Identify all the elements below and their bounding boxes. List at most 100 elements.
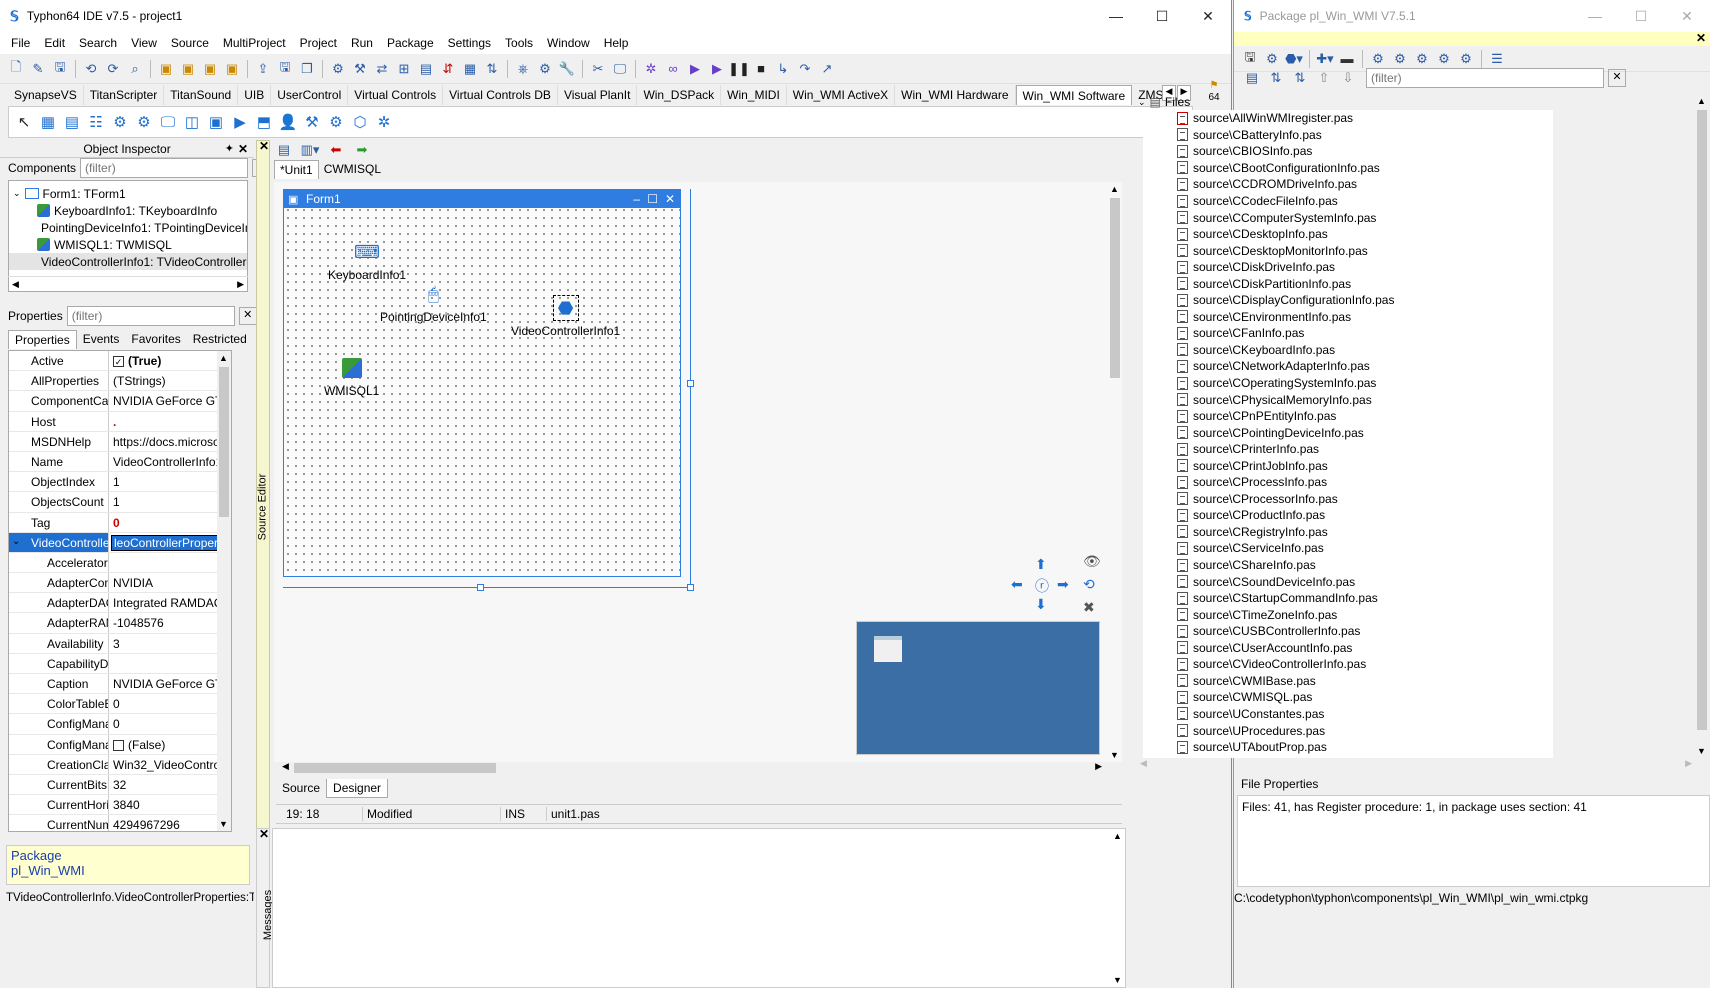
new-file-icon[interactable]: 🗋 — [6, 59, 26, 79]
file-item[interactable]: source\CDisplayConfigurationInfo.pas — [1143, 292, 1553, 309]
palette-tab[interactable]: Win_WMI Hardware — [895, 85, 1016, 105]
file-item[interactable]: source\CBatteryInfo.pas — [1143, 127, 1553, 144]
inspector-tab-properties[interactable]: Properties — [8, 330, 77, 349]
pause-icon[interactable]: ❚❚ — [728, 59, 750, 79]
menu-source[interactable]: Source — [164, 36, 216, 50]
file-item[interactable]: source\CDiskPartitionInfo.pas — [1143, 275, 1553, 292]
palette-tab[interactable]: Visual PlanIt — [558, 85, 638, 105]
monitor-icon[interactable]: 🖵 — [610, 59, 630, 79]
property-value[interactable]: (TStrings) — [109, 371, 231, 390]
property-value[interactable]: (False) — [109, 735, 231, 754]
package2-icon[interactable]: ▣ — [178, 59, 198, 79]
property-row[interactable]: ConfigManag 0 — [9, 714, 231, 735]
file-item[interactable]: source\CEnvironmentInfo.pas — [1143, 309, 1553, 326]
property-row[interactable]: MSDNHelp https://docs.microsoft.c — [9, 431, 231, 452]
open-file-icon[interactable]: ▤ — [1242, 68, 1262, 88]
menu-icon[interactable]: ☰ — [1487, 49, 1507, 69]
wmi-component-icon[interactable]: ⚙ — [325, 111, 347, 133]
property-row[interactable]: ComponentCap NVIDIA GeForce GTX 107 — [9, 391, 231, 412]
wmi-component-icon[interactable]: ⚙ — [109, 111, 131, 133]
pkg-maximize-button[interactable]: ☐ — [1618, 0, 1664, 32]
collapse-icon[interactable]: ⌄ — [13, 188, 21, 199]
property-value[interactable]: ✓ (True) — [109, 351, 231, 370]
back-icon[interactable]: ⬅ — [326, 140, 346, 160]
options-icon[interactable]: ⚙ — [1368, 49, 1388, 69]
wmi-component-icon[interactable]: 👤 — [277, 111, 299, 133]
file-item[interactable]: source\UTAboutProp.pas — [1143, 739, 1553, 756]
file-item[interactable]: source\UConstantes.pas — [1143, 706, 1553, 723]
tree-item[interactable]: VideoControllerInfo1: TVideoControllerIn… — [9, 253, 247, 270]
palette-tab[interactable]: SynapseVS — [8, 85, 84, 105]
tool3-icon[interactable]: ⇄ — [372, 59, 392, 79]
nav-right-icon[interactable]: ➡ — [1057, 576, 1069, 593]
pointer-icon[interactable]: ↖ — [13, 111, 35, 133]
file-item[interactable]: source\AllWinWMIregister.pas — [1143, 110, 1553, 127]
package-hscroll[interactable]: ◀ ▶ — [1138, 758, 1694, 772]
property-value[interactable]: 0 — [109, 513, 231, 532]
yellow-bar-close-icon[interactable]: ✕ — [1696, 31, 1706, 45]
eye-icon[interactable]: 👁 — [1083, 553, 1101, 570]
file-item[interactable]: source\CSoundDeviceInfo.pas — [1143, 573, 1553, 590]
wmi-component-icon[interactable]: 🖵 — [157, 111, 179, 133]
wmi-component-icon[interactable]: ▣ — [205, 111, 227, 133]
form1-designer[interactable]: ▣ Form1 – ☐ ✕ ⌨ KeyboardInfo1 🖱 Pointing… — [283, 189, 681, 577]
build-icon[interactable]: ⎈ — [513, 59, 533, 79]
add-icon[interactable]: ✚▾ — [1315, 49, 1335, 69]
property-row[interactable]: CurrentNum 4294967296 — [9, 815, 231, 831]
wmi-component-icon[interactable]: ⬒ — [253, 111, 275, 133]
move-down-icon[interactable]: ⇩ — [1338, 68, 1358, 88]
more2-icon[interactable]: ⚙ — [1434, 49, 1454, 69]
close-button[interactable]: ✕ — [1185, 0, 1231, 32]
property-row[interactable]: Tag 0 — [9, 512, 231, 533]
menu-edit[interactable]: Edit — [37, 36, 72, 50]
property-value[interactable]: NVIDIA — [109, 573, 231, 592]
expand-toggle-icon[interactable]: ⌄ — [12, 536, 20, 547]
package3-icon[interactable]: ▣ — [200, 59, 220, 79]
property-row[interactable]: ObjectsCount 1 — [9, 492, 231, 513]
more-icon[interactable]: ⚙ — [1412, 49, 1432, 69]
file-item[interactable]: source\CWMISQL.pas — [1143, 689, 1553, 706]
collapse-icon[interactable]: ⌄ — [1138, 97, 1146, 108]
palette-tab[interactable]: Win_WMI Software — [1015, 85, 1133, 105]
palette-tab[interactable]: Virtual Controls DB — [443, 85, 558, 105]
tool7-icon[interactable]: ▦ — [460, 59, 480, 79]
tools-icon[interactable]: ✂ — [588, 59, 608, 79]
editor-tab[interactable]: CWMISQL — [319, 160, 386, 179]
wmi-component-icon[interactable]: ◫ — [181, 111, 203, 133]
step-over-icon[interactable]: ↷ — [795, 59, 815, 79]
compile-icon[interactable]: ⚙ — [535, 59, 555, 79]
search-icon[interactable]: ⌕ — [125, 59, 145, 79]
pkg-minimize-button[interactable]: — — [1572, 0, 1618, 32]
step-into-icon[interactable]: ↳ — [773, 59, 793, 79]
tool1-icon[interactable]: ⚙ — [328, 59, 348, 79]
property-value[interactable]: 4294967296 — [109, 815, 231, 831]
save-package-icon[interactable]: 🖫 — [1240, 49, 1260, 69]
file-item[interactable]: source\CPhysicalMemoryInfo.pas — [1143, 391, 1553, 408]
file-item[interactable]: source\CProductInfo.pas — [1143, 507, 1553, 524]
stop-icon[interactable]: ■ — [751, 59, 771, 79]
property-value[interactable] — [109, 553, 231, 572]
file-item[interactable]: source\CCDROMDriveInfo.pas — [1143, 176, 1553, 193]
run-params-icon[interactable]: ▶ — [707, 59, 727, 79]
package-clear-filter-icon[interactable]: ✕ — [1608, 69, 1626, 87]
nav-up-icon[interactable]: ⬆ — [1035, 556, 1047, 573]
run-icon[interactable]: ▶ — [685, 59, 705, 79]
file-item[interactable]: source\CPrintJobInfo.pas — [1143, 457, 1553, 474]
property-value[interactable] — [109, 654, 231, 673]
view-units-icon[interactable]: ▥▾ — [300, 140, 320, 160]
editor-tab[interactable]: *Unit1 — [274, 160, 319, 179]
file-item[interactable]: source\CShareInfo.pas — [1143, 557, 1553, 574]
property-row[interactable]: Active ✓ (True) — [9, 351, 231, 372]
property-value[interactable]: -1048576 — [109, 613, 231, 632]
sync-icon[interactable]: ⟲ — [1083, 576, 1095, 593]
property-row[interactable]: CurrentBitsP 32 — [9, 774, 231, 796]
menu-file[interactable]: File — [4, 36, 37, 50]
use-package-icon[interactable]: ⬣▾ — [1284, 49, 1304, 69]
wmi-component-icon[interactable]: ⚒ — [301, 111, 323, 133]
palette-tab[interactable]: Win_MIDI — [721, 85, 787, 105]
resize-handle-right[interactable] — [687, 380, 694, 387]
property-row[interactable]: ConfigManag (False) — [9, 734, 231, 755]
save-all-icon[interactable]: 🖫 — [275, 59, 295, 79]
link-icon[interactable]: ∞ — [663, 59, 683, 79]
palette-tab[interactable]: Virtual Controls — [348, 85, 444, 105]
